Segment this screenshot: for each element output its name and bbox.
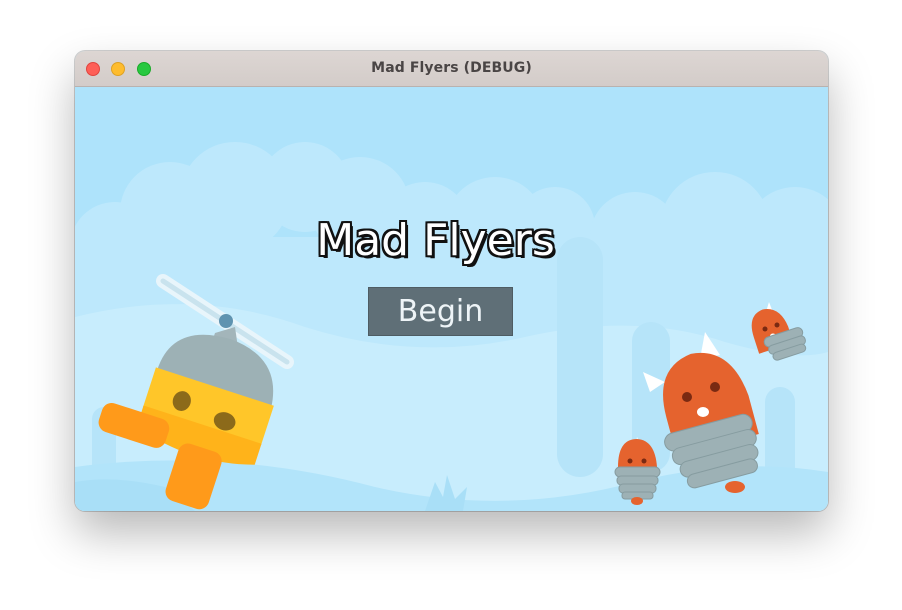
title-bar[interactable]: Mad Flyers (DEBUG) (75, 51, 828, 87)
app-window: Mad Flyers (DEBUG) Mad Flyers Begin (75, 51, 828, 511)
game-viewport[interactable]: Mad Flyers Begin (75, 87, 828, 511)
game-title: Mad Flyers (316, 215, 555, 266)
window-title: Mad Flyers (DEBUG) (371, 60, 532, 76)
begin-button[interactable]: Begin (368, 287, 513, 336)
